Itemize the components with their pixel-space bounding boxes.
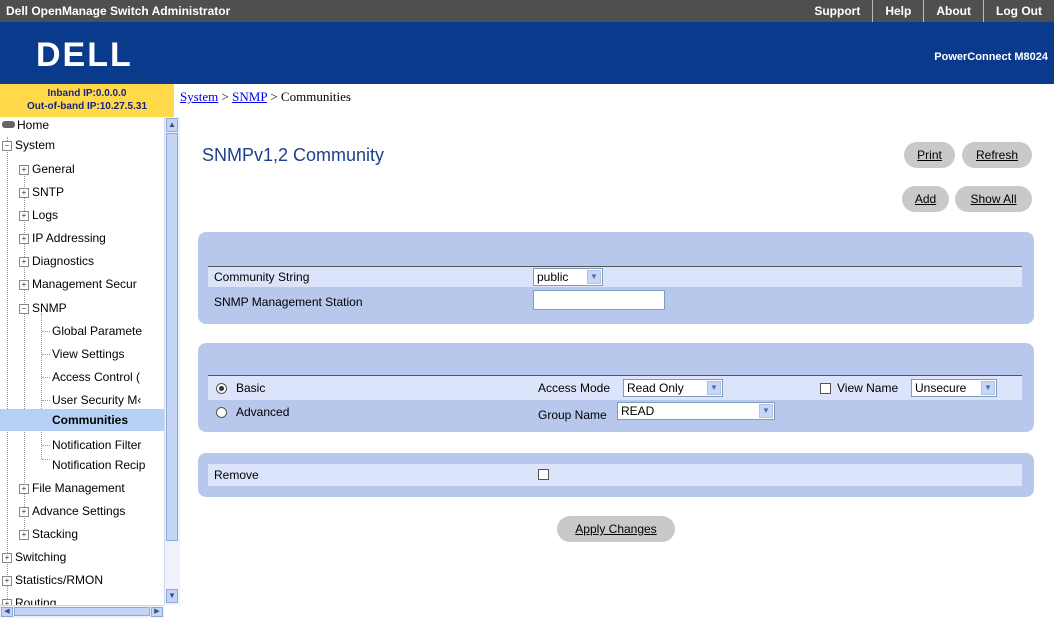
- drive-icon: [2, 121, 15, 128]
- page-title: SNMPv1,2 Community: [202, 145, 385, 165]
- banner: DELL PowerConnect M8024: [0, 22, 1054, 84]
- expand-icon[interactable]: +: [19, 507, 29, 517]
- top-links: Support Help About Log Out: [802, 0, 1054, 22]
- expand-icon[interactable]: +: [19, 234, 29, 244]
- inband-ip: Inband IP:0.0.0.0: [47, 88, 127, 99]
- tree-item-stacking[interactable]: + Stacking: [19, 527, 78, 541]
- tree-item-user-security[interactable]: User Security M‹: [52, 393, 164, 407]
- community-string-label: Community String: [214, 270, 310, 284]
- remove-panel: Remove: [198, 453, 1034, 497]
- expand-icon[interactable]: +: [19, 280, 29, 290]
- expand-icon[interactable]: +: [19, 211, 29, 221]
- tree-item-notification-recipients[interactable]: Notification Recip: [52, 458, 164, 472]
- scroll-up-icon[interactable]: ▲: [166, 118, 178, 132]
- print-button[interactable]: Print: [904, 142, 955, 168]
- remove-row: Remove: [208, 464, 1022, 486]
- tree-item-home[interactable]: Home: [2, 118, 49, 132]
- tree-item-communities[interactable]: Communities: [0, 409, 164, 431]
- tree-item-access-control[interactable]: Access Control (: [52, 370, 164, 384]
- expand-icon[interactable]: +: [2, 553, 12, 563]
- community-string-select[interactable]: public ▼: [533, 268, 603, 286]
- tree-item-management-security[interactable]: + Management Secur: [19, 277, 164, 291]
- product-name: PowerConnect M8024: [934, 51, 1048, 63]
- show-all-button[interactable]: Show All: [955, 186, 1032, 212]
- expand-icon[interactable]: +: [19, 530, 29, 540]
- advanced-radio[interactable]: [216, 407, 227, 418]
- add-button[interactable]: Add: [902, 186, 949, 212]
- about-link[interactable]: About: [923, 0, 983, 22]
- support-link[interactable]: Support: [802, 0, 872, 22]
- tree-item-advance-settings[interactable]: + Advance Settings: [19, 504, 125, 518]
- sidebar-horizontal-scrollbar[interactable]: ◀ ▶: [0, 605, 164, 618]
- breadcrumb-system[interactable]: System: [180, 89, 218, 104]
- community-panel: Community String public ▼ SNMP Managemen…: [198, 232, 1034, 324]
- tree-item-statistics[interactable]: + Statistics/RMON: [2, 573, 103, 587]
- chevron-down-icon: ▼: [587, 270, 601, 284]
- breadcrumb-current: Communities: [280, 89, 351, 104]
- nav-tree: Home − System + General + SNTP + Logs + IP Ad…: [0, 117, 174, 617]
- expand-icon[interactable]: +: [19, 484, 29, 494]
- tree-item-file-management[interactable]: + File Management: [19, 481, 125, 495]
- advanced-label: Advanced: [236, 405, 290, 419]
- chevron-down-icon: ▼: [981, 381, 995, 395]
- view-name-select[interactable]: Unsecure ▼: [911, 379, 997, 397]
- tree-item-view-settings[interactable]: View Settings: [52, 347, 164, 361]
- chevron-down-icon: ▼: [759, 404, 773, 418]
- outband-ip: Out-of-band IP:10.27.5.31: [26, 101, 148, 112]
- scroll-down-icon[interactable]: ▼: [166, 589, 178, 603]
- mgmt-station-label: SNMP Management Station: [214, 295, 363, 309]
- tree-item-sntp[interactable]: + SNTP: [19, 185, 64, 199]
- collapse-icon[interactable]: −: [2, 141, 12, 151]
- sidebar-vertical-scrollbar[interactable]: ▲ ▼: [164, 117, 180, 605]
- community-string-row: Community String public ▼: [208, 266, 1022, 287]
- tree-item-snmp[interactable]: − SNMP: [19, 301, 67, 315]
- breadcrumb-sep: >: [267, 89, 281, 104]
- breadcrumb: System > SNMP > Communities: [180, 89, 351, 105]
- access-mode-select[interactable]: Read Only ▼: [623, 379, 723, 397]
- scroll-left-icon[interactable]: ◀: [1, 607, 13, 617]
- dell-logo: DELL: [36, 36, 133, 74]
- chevron-down-icon: ▼: [707, 381, 721, 395]
- basic-label: Basic: [236, 381, 266, 395]
- tree-item-switching[interactable]: + Switching: [2, 550, 66, 564]
- tree-item-diagnostics[interactable]: + Diagnostics: [19, 254, 94, 268]
- breadcrumb-snmp[interactable]: SNMP: [232, 89, 267, 104]
- collapse-icon[interactable]: −: [19, 304, 29, 314]
- group-name-select[interactable]: READ ▼: [617, 402, 775, 420]
- expand-icon[interactable]: +: [2, 576, 12, 586]
- expand-icon[interactable]: +: [19, 188, 29, 198]
- tree-item-global-parameters[interactable]: Global Paramete: [52, 324, 164, 338]
- basic-row: Basic Access Mode Read Only ▼ View Name …: [208, 375, 1022, 400]
- group-name-label: Group Name: [538, 408, 607, 422]
- remove-label: Remove: [214, 468, 259, 482]
- view-name-label: View Name: [837, 381, 899, 395]
- breadcrumb-sep: >: [218, 89, 233, 104]
- access-mode-label: Access Mode: [538, 381, 611, 395]
- help-link[interactable]: Help: [872, 0, 923, 22]
- app-title: Dell OpenManage Switch Administrator: [6, 4, 231, 18]
- tree-item-system[interactable]: − System: [2, 138, 55, 152]
- tree-item-general[interactable]: + General: [19, 162, 75, 176]
- apply-changes-button[interactable]: Apply Changes: [557, 516, 675, 542]
- expand-icon[interactable]: +: [19, 257, 29, 267]
- access-panel: Basic Access Mode Read Only ▼ View Name …: [198, 343, 1034, 432]
- view-name-checkbox[interactable]: [820, 383, 831, 394]
- refresh-button[interactable]: Refresh: [962, 142, 1032, 168]
- basic-radio[interactable]: [216, 383, 227, 394]
- expand-icon[interactable]: +: [19, 165, 29, 175]
- tree-item-logs[interactable]: + Logs: [19, 208, 58, 222]
- scroll-right-icon[interactable]: ▶: [151, 607, 163, 617]
- logout-link[interactable]: Log Out: [983, 0, 1054, 22]
- tree-item-notification-filter[interactable]: Notification Filter: [52, 438, 164, 452]
- remove-checkbox[interactable]: [538, 469, 549, 480]
- tree-item-ip-addressing[interactable]: + IP Addressing: [19, 231, 106, 245]
- mgmt-station-input[interactable]: [533, 290, 665, 310]
- scroll-thumb[interactable]: [14, 607, 150, 616]
- top-bar: Dell OpenManage Switch Administrator Sup…: [0, 0, 1054, 22]
- ip-info-box: Inband IP:0.0.0.0 Out-of-band IP:10.27.5…: [0, 84, 174, 117]
- scroll-thumb[interactable]: [166, 133, 178, 541]
